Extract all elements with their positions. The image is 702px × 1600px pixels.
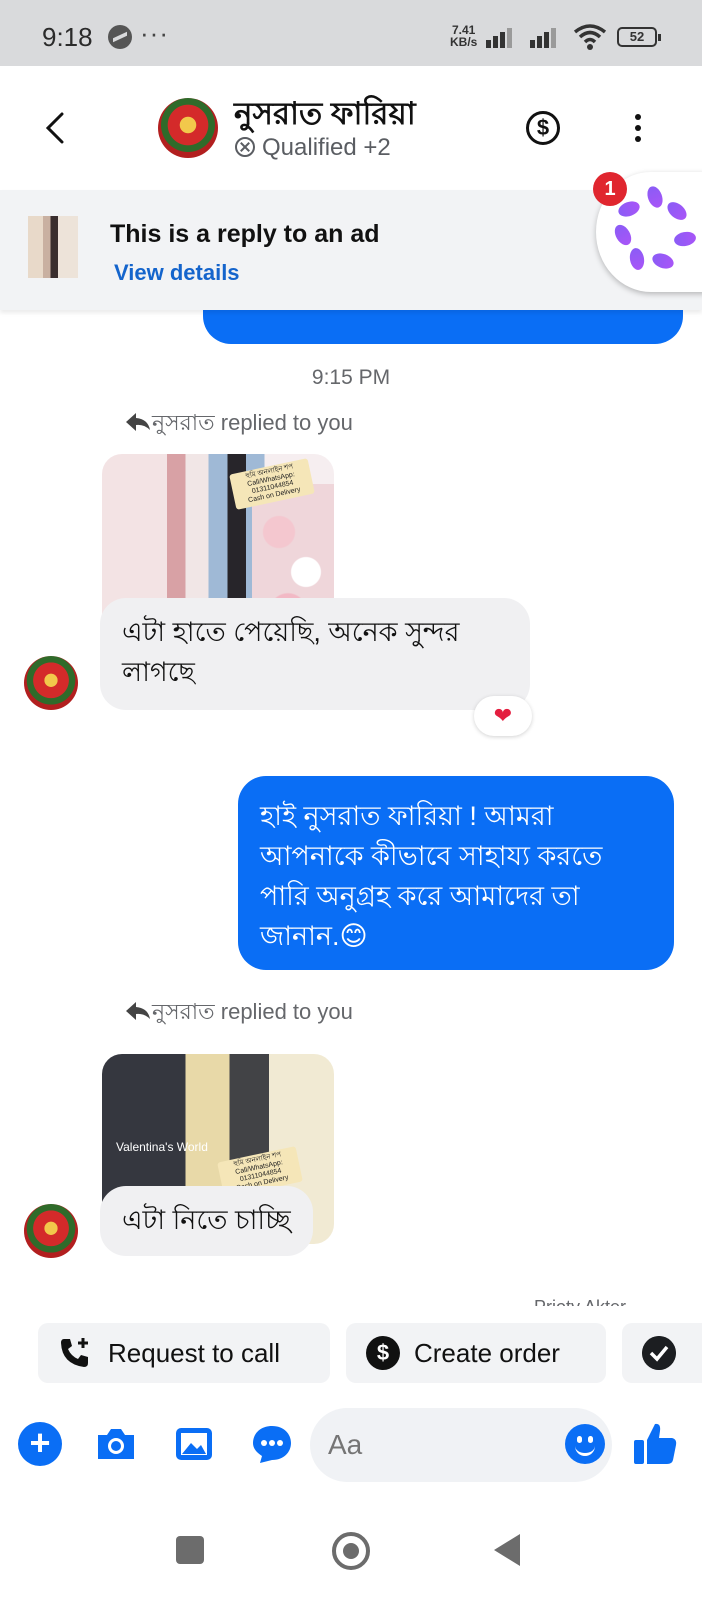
messenger-screen: 9:18 ··· 7.41 KB/s 52 নুসরাত ফারিয়া Qua…: [0, 0, 702, 1600]
network-speed-unit: KB/s: [450, 35, 478, 49]
heart-reaction-icon[interactable]: ❤: [474, 696, 532, 736]
wifi-icon: [573, 24, 607, 50]
view-details-link[interactable]: View details: [114, 260, 240, 286]
plus-icon[interactable]: +: [18, 1422, 62, 1466]
incoming-message-bubble[interactable]: এটা হাতে পেয়েছি, অনেক সুন্দর লাগছে: [100, 598, 530, 710]
chat-bubble-icon[interactable]: [250, 1422, 294, 1466]
back-arrow-icon[interactable]: [40, 110, 70, 146]
request-to-call-label: Request to call: [108, 1338, 280, 1368]
reply-arrow-icon: [126, 1002, 150, 1020]
ad-reply-banner[interactable]: This is a reply to an ad View details: [0, 190, 702, 310]
back-triangle-icon[interactable]: [494, 1534, 520, 1566]
gallery-icon[interactable]: [172, 1422, 216, 1466]
ad-thumbnail: [28, 216, 78, 278]
lead-label[interactable]: Qualified +2: [234, 134, 391, 162]
sender-avatar[interactable]: [24, 1204, 78, 1258]
message-composer: +: [0, 1400, 702, 1500]
mark-done-button[interactable]: [622, 1323, 702, 1383]
more-options-icon[interactable]: [628, 110, 648, 146]
outgoing-message-bubble[interactable]: হাই নুসরাত ফারিয়া ! আমরা আপনাকে কীভাবে …: [238, 776, 674, 970]
label-tag-icon: [235, 137, 255, 157]
outgoing-message-bubble-partial[interactable]: [203, 310, 683, 344]
messenger-notification-icon: [108, 25, 132, 49]
create-order-label: Create order: [414, 1338, 560, 1368]
home-icon[interactable]: [332, 1532, 370, 1570]
reply-arrow-icon: [126, 413, 150, 431]
seen-by-label: Prioty Akter: [534, 1294, 626, 1306]
thumbs-up-icon[interactable]: [632, 1420, 678, 1466]
chat-head-badge: 1: [593, 172, 627, 206]
sender-avatar[interactable]: [24, 656, 78, 710]
system-navigation-bar: [0, 1500, 702, 1600]
more-notifications-icon: ···: [140, 18, 169, 48]
dollar-circle-icon: $: [366, 1336, 400, 1370]
emoji-icon[interactable]: [565, 1424, 605, 1464]
payment-dollar-icon[interactable]: $: [526, 111, 560, 145]
conversation-header: নুসরাত ফারিয়া Qualified +2 $: [0, 66, 702, 190]
signal-1-icon: [486, 26, 520, 48]
message-timestamp: 9:15 PM: [311, 366, 391, 389]
status-bar: 9:18 ··· 7.41 KB/s 52: [0, 0, 702, 66]
request-to-call-button[interactable]: Request to call: [38, 1323, 330, 1383]
camera-icon[interactable]: [94, 1422, 138, 1466]
signal-2-icon: [530, 26, 564, 48]
replied-label: নুসরাত replied to you: [152, 999, 353, 1024]
battery-icon: 52: [617, 27, 661, 47]
image-watermark: Valentina's World: [116, 1140, 208, 1154]
ad-reply-title: This is a reply to an ad: [110, 220, 380, 248]
phone-plus-icon: [61, 1338, 88, 1367]
replied-indicator: নুসরাত replied to you: [124, 406, 353, 443]
create-order-button[interactable]: $ Create order: [346, 1323, 606, 1383]
network-speed: 7.41 KB/s: [450, 24, 477, 48]
checkmark-circle-icon: [642, 1336, 676, 1370]
message-thread[interactable]: 9:15 PM নুসরাত replied to you হুমি অনলাই…: [0, 310, 702, 1315]
recent-apps-icon[interactable]: [176, 1536, 204, 1564]
status-time: 9:18: [42, 22, 93, 52]
contact-avatar[interactable]: [158, 98, 218, 158]
replied-indicator: নুসরাত replied to you: [124, 995, 353, 1032]
replied-label: নুসরাত replied to you: [152, 410, 353, 435]
lead-label-text: Qualified +2: [262, 134, 391, 161]
quick-actions-bar: Request to call $ Create order: [0, 1315, 702, 1389]
incoming-message-bubble[interactable]: এটা নিতে চাচ্ছি: [100, 1186, 313, 1256]
